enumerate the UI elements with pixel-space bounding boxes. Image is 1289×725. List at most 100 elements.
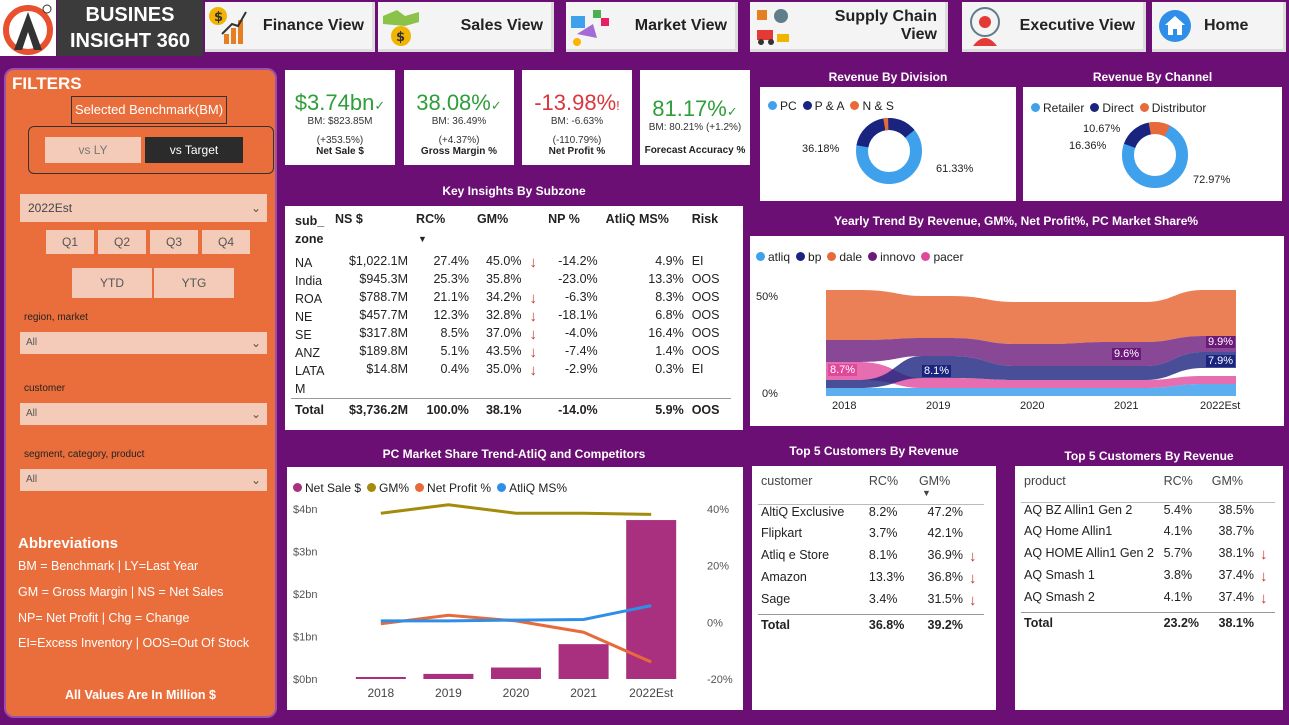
- table-row[interactable]: India $945.3M 25.3% 35.8% -23.0% 13.3% OOS: [291, 272, 731, 290]
- nav-finance-view[interactable]: $ Finance View: [205, 2, 375, 52]
- table-cell: 13.3%: [868, 570, 905, 584]
- marketing-icon: [566, 4, 612, 48]
- subzone-title: Key Insights By Subzone: [442, 184, 586, 198]
- nav-market-view[interactable]: Market View: [566, 2, 738, 52]
- table-cell: Total: [761, 618, 790, 633]
- quarter-q3-button[interactable]: Q3: [150, 230, 198, 254]
- table-cell: 38.1%: [1218, 546, 1254, 560]
- table-cell: OOS: [691, 290, 720, 304]
- table-cell: -6.3%: [565, 290, 598, 304]
- nav-home[interactable]: Home: [1152, 2, 1286, 52]
- column-header[interactable]: RC% ▼: [412, 212, 473, 254]
- table-row[interactable]: SE $317.8M 8.5% 37.0% ↓ -4.0% 16.4% OOS: [291, 326, 731, 344]
- year-value: 2022Est: [28, 201, 73, 215]
- region-market-dropdown[interactable]: All ⌄: [20, 332, 267, 354]
- x-axis-tick: 2018: [367, 686, 394, 700]
- quarter-q2-button[interactable]: Q2: [98, 230, 146, 254]
- chevron-down-icon: ⌄: [250, 473, 261, 487]
- kpi-name: Net Sale $: [316, 146, 364, 157]
- quarter-q1-button[interactable]: Q1: [46, 230, 94, 254]
- top-products-card: product RC% GM% AQ BZ Allin1 Gen 2 5.4% 38…: [1015, 466, 1283, 710]
- nav-executive-label: Executive View: [1019, 16, 1135, 34]
- down-arrow-icon: ↓: [529, 290, 537, 307]
- table-row[interactable]: AQ HOME Allin1 Gen 2 5.7% 38.1% ↓: [1021, 546, 1275, 568]
- column-header[interactable]: RC%: [1161, 474, 1209, 502]
- legend-item: Distributor: [1139, 101, 1206, 115]
- finance-chart-icon: $: [205, 4, 251, 48]
- table-cell: India: [295, 274, 323, 288]
- segment-dropdown[interactable]: All ⌄: [20, 469, 267, 491]
- table-row[interactable]: NA $1,022.1M 27.4% 45.0% ↓ -14.2% 4.9% EI: [291, 254, 731, 272]
- down-arrow-icon: ↓: [529, 254, 537, 271]
- down-arrow-icon: ↓: [529, 344, 537, 361]
- table-cell: 5.7%: [1163, 546, 1193, 560]
- column-header[interactable]: customer: [758, 474, 866, 504]
- table-row[interactable]: AQ Smash 2 4.1% 37.4% ↓: [1021, 590, 1275, 612]
- ytd-button[interactable]: YTD: [72, 268, 152, 298]
- table-cell: 35.0%: [485, 362, 522, 376]
- table-header-row: sub_ zone NS $ RC% ▼ GM% NP % AtliQ MS% R…: [291, 212, 731, 254]
- division-pct-label: 61.33%: [936, 163, 974, 175]
- table-row[interactable]: AltiQ Exclusive 8.2% 47.2%: [758, 504, 984, 526]
- channel-pct-label: 72.97%: [1193, 174, 1231, 186]
- column-header[interactable]: product: [1021, 474, 1161, 502]
- kpi-benchmark: BM: 36.49%: [431, 116, 487, 127]
- column-header[interactable]: AtliQ MS%: [602, 212, 688, 254]
- table-row[interactable]: Sage 3.4% 31.5% ↓: [758, 592, 984, 614]
- column-header[interactable]: Risk: [688, 212, 731, 254]
- toggle-vs-target[interactable]: vs Target: [145, 137, 243, 163]
- table-cell: OOS: [691, 326, 720, 340]
- table-row[interactable]: Amazon 13.3% 36.8% ↓: [758, 570, 984, 592]
- table-row[interactable]: ROA $788.7M 21.1% 34.2% ↓ -6.3% 8.3% OOS: [291, 290, 731, 308]
- table-row[interactable]: ANZ $189.8M 5.1% 43.5% ↓ -7.4% 1.4% OOS: [291, 344, 731, 362]
- column-header[interactable]: GM%: [1209, 474, 1257, 502]
- table-cell: 8.1%: [868, 548, 898, 562]
- filter-panel: FILTERS Selected Benchmark(BM) vs LY vs …: [4, 68, 277, 718]
- table-cell: -2.9%: [565, 362, 598, 376]
- nav-supply-chain-view[interactable]: Supply Chain View: [750, 2, 948, 52]
- trend-data-label: 9.6%: [1112, 348, 1142, 360]
- table-header-row: product RC% GM%: [1021, 474, 1275, 502]
- down-arrow-icon: [1257, 524, 1275, 546]
- benchmark-label: Selected Benchmark(BM): [71, 96, 227, 124]
- kpi-name: Gross Margin %: [420, 146, 498, 157]
- table-row[interactable]: LATA M $14.8M 0.4% 35.0% ↓ -2.9% 0.3% EI: [291, 362, 731, 399]
- column-header[interactable]: sub_ zone: [291, 212, 331, 254]
- table-row[interactable]: AQ Home Allin1 4.1% 38.7%: [1021, 524, 1275, 546]
- table-row[interactable]: NE $457.7M 12.3% 32.8% ↓ -18.1% 6.8% OOS: [291, 308, 731, 326]
- column-header[interactable]: NS $: [331, 212, 412, 254]
- column-header[interactable]: RC%: [866, 474, 916, 504]
- table-cell: $317.8M: [359, 326, 409, 340]
- segment-value: All: [26, 474, 38, 485]
- customer-dropdown[interactable]: All ⌄: [20, 403, 267, 425]
- nav-executive-view[interactable]: Executive View: [962, 2, 1146, 52]
- company-logo: [0, 0, 56, 56]
- revenue-channel-title: Revenue By Channel: [1092, 70, 1213, 84]
- quarter-q4-button[interactable]: Q4: [202, 230, 250, 254]
- chevron-down-icon: ⌄: [250, 407, 261, 421]
- table-row[interactable]: Atliq e Store 8.1% 36.9% ↓: [758, 548, 984, 570]
- down-arrow-icon: ↓: [969, 548, 977, 565]
- table-row[interactable]: Flipkart 3.7% 42.1%: [758, 526, 984, 548]
- division-pct-label: 36.18%: [802, 143, 840, 155]
- year-select[interactable]: 2022Est ⌄: [20, 194, 267, 222]
- table-row[interactable]: AQ Smash 1 3.8% 37.4% ↓: [1021, 568, 1275, 590]
- market-share-chart-title: PC Market Share Trend-AtliQ and Competit…: [382, 447, 646, 461]
- kpi-card-gross-margin: 38.08%✓ BM: 36.49% (+4.37%) Gross Margin…: [404, 70, 514, 165]
- x-axis-tick: 2020: [503, 686, 530, 700]
- table-cell: ANZ: [295, 346, 320, 360]
- column-header[interactable]: GM%: [473, 212, 526, 254]
- benchmark-toggle: vs LY vs Target: [28, 126, 274, 174]
- column-header[interactable]: NP %: [544, 212, 602, 254]
- nav-sales-view[interactable]: $ Sales View: [378, 2, 554, 52]
- y-axis-right-tick: 0%: [707, 617, 723, 629]
- channel-pct-label: 10.67%: [1083, 123, 1121, 135]
- column-header[interactable]: GM% ▼: [916, 474, 966, 504]
- table-cell: LATA M: [295, 364, 324, 396]
- table-cell: NA: [295, 256, 313, 270]
- table-cell: 23.2%: [1163, 616, 1200, 631]
- toggle-vs-ly[interactable]: vs LY: [45, 137, 141, 163]
- ytg-button[interactable]: YTG: [154, 268, 234, 298]
- down-arrow-icon: ↓: [529, 362, 537, 379]
- table-row[interactable]: AQ BZ Allin1 Gen 2 5.4% 38.5%: [1021, 502, 1275, 524]
